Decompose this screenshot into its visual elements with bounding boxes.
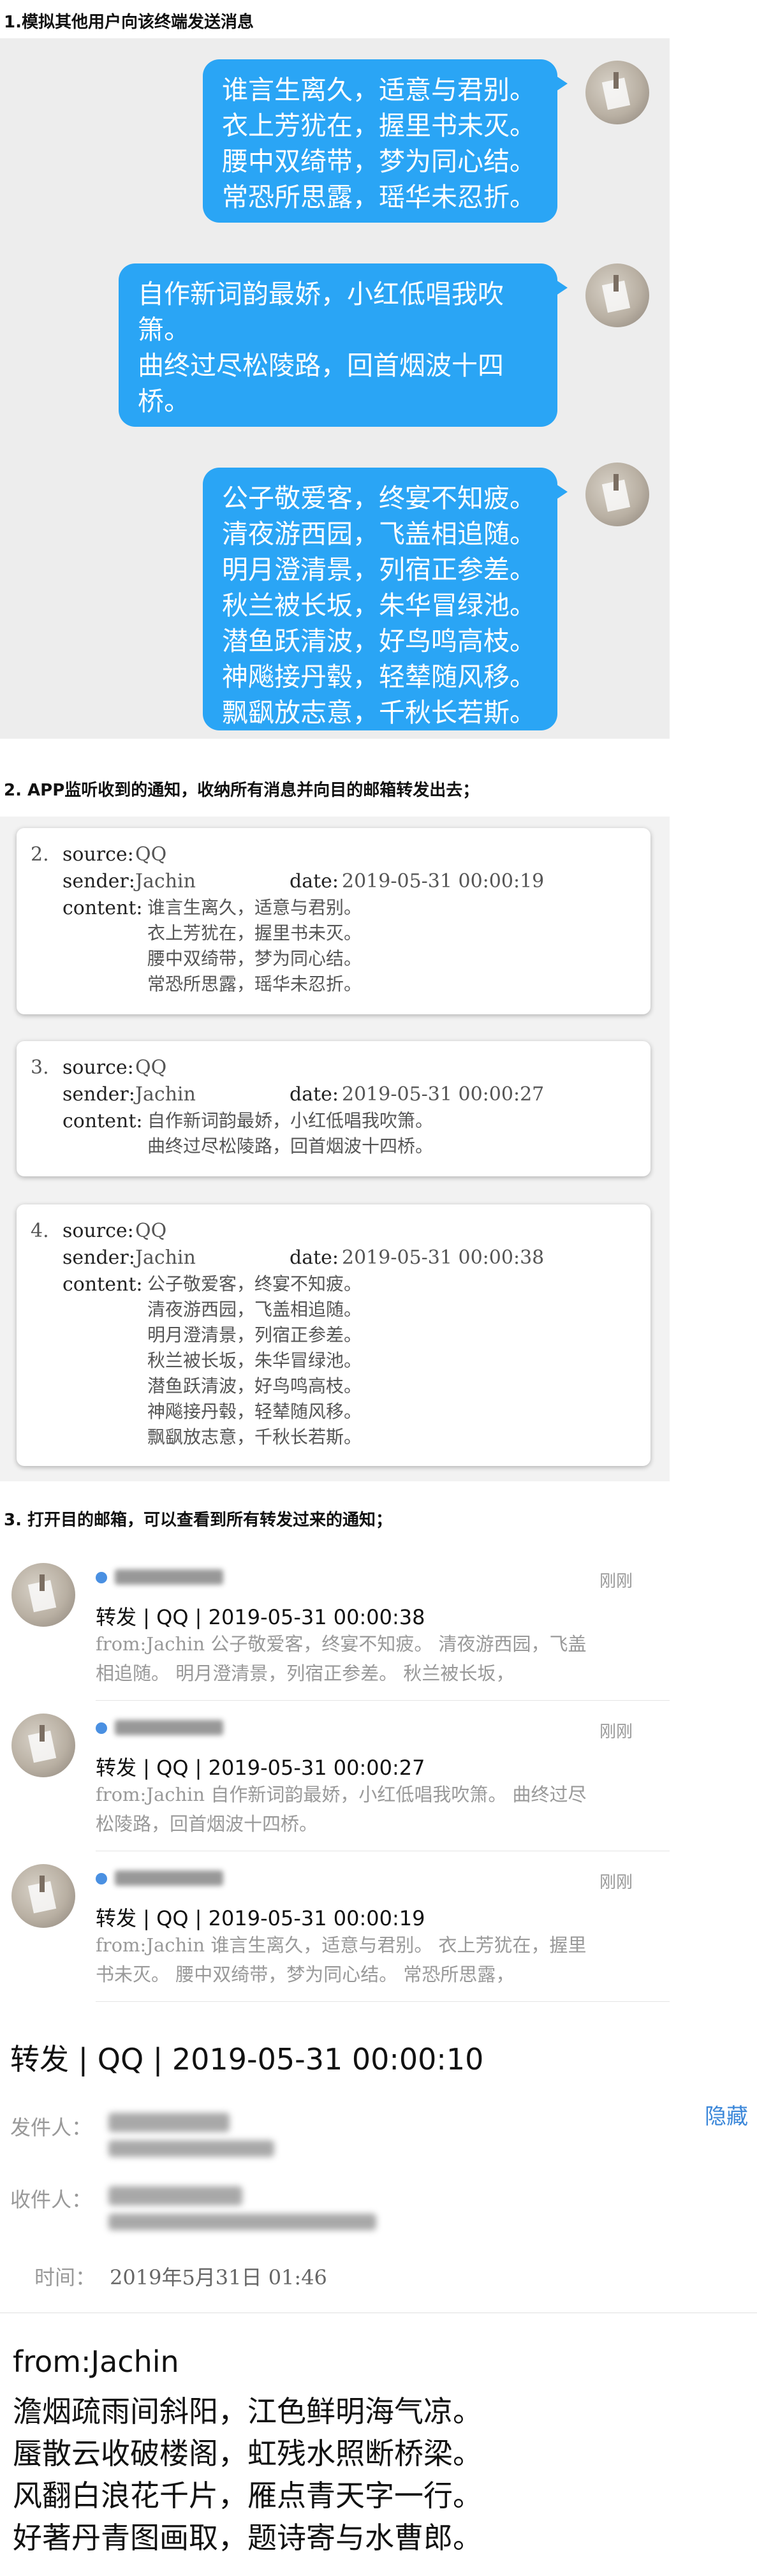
step-1-title: 1.模拟其他用户向该终端发送消息 [4,13,254,32]
mail-preview: from:Jachin 自作新词韵最娇，小红低唱我吹箫。 曲终过尽 松陵路，回首… [96,1784,587,1835]
mail-subject: 转发 | QQ | 2019-05-31 00:00:19 [96,1906,425,1930]
recipient-label: 收件人： [10,2187,92,2212]
date-label: date: [290,1083,339,1106]
card-index: 2. [31,843,49,866]
date-label: date: [290,870,339,892]
sender-label: 发件人： [10,2115,92,2140]
mail-preview: from:Jachin 公子敬爱客，终宴不知疲。 清夜游西园，飞盖 相追随。 明… [96,1633,587,1684]
content-label: content: [62,897,143,919]
time-label: 时间： [34,2265,96,2290]
mail-time: 刚刚 [599,1572,633,1591]
mail-list-item[interactable]: 刚刚 转发 | QQ | 2019-05-31 00:00:38 from:Ja… [0,1550,670,1701]
chat-bubble-2[interactable]: 自作新词韵最娇，小红低唱我吹箫。 曲终过尽松陵路，回首烟波十四桥。 [119,263,568,427]
sender-name-blurred [115,1720,223,1735]
unread-dot-icon [96,1722,107,1734]
sender-label: sender: [62,1247,135,1269]
avatar [11,1563,75,1627]
unread-dot-icon [96,1572,107,1583]
avatar[interactable] [585,61,649,124]
divider [96,2001,670,2002]
source-label: source: [62,1220,134,1242]
sender-email-blurred [108,2140,274,2157]
date-value: 2019-05-31 00:00:19 [342,870,545,892]
mail-subject: 转发 | QQ | 2019-05-31 00:00:38 [96,1605,425,1629]
source-label: source: [62,1056,134,1079]
recipient-email-blurred [108,2214,376,2230]
content-value: 自作新词韵最娇，小红低唱我吹箫。 曲终过尽松陵路，回首烟波十四桥。 [147,1110,434,1157]
sender-value: Jachin [135,1247,196,1269]
card-index: 3. [31,1056,49,1079]
source-value: QQ [135,1220,167,1242]
mail-body-from: from:Jachin [13,2344,179,2379]
chat-bubble-1[interactable]: 谁言生离久，适意与君别。 衣上芳犹在，握里书未灭。 腰中双绮带，梦为同心结。 常… [203,59,568,223]
sender-name-blurred [115,1569,223,1585]
notification-card[interactable]: 3. source: QQ sender: Jachin date: 2019-… [17,1041,650,1176]
mail-detail-subject: 转发 | QQ | 2019-05-31 00:00:10 [10,2042,484,2076]
avatar[interactable] [585,463,649,526]
date-value: 2019-05-31 00:00:38 [342,1247,545,1269]
step-2-title: 2. APP监听收到的通知，收纳所有消息并向目的邮箱转发出去； [4,781,480,800]
chat-bubble-3[interactable]: 公子敬爱客，终宴不知疲。 清夜游西园，飞盖相追随。 明月澄清景，列宿正参差。 秋… [203,468,568,730]
date-label: date: [290,1247,339,1269]
source-label: source: [62,843,134,866]
step-3-title: 3. 打开目的邮箱，可以查看到所有转发过来的通知； [4,1511,393,1530]
date-value: 2019-05-31 00:00:27 [342,1083,545,1106]
recipient-name-blurred [108,2186,242,2205]
card-index: 4. [31,1220,49,1242]
source-value: QQ [135,1056,167,1079]
content-value: 公子敬爱客，终宴不知疲。 清夜游西园，飞盖相追随。 明月澄清景，列宿正参差。 秋… [147,1273,362,1447]
content-value: 谁言生离久，适意与君别。 衣上芳犹在，握里书未灭。 腰中双绮带，梦为同心结。 常… [147,897,362,995]
unread-dot-icon [96,1873,107,1884]
sender-label: sender: [62,870,135,892]
content-label: content: [62,1110,143,1132]
content-label: content: [62,1273,143,1296]
hide-details-link[interactable]: 隐藏 [705,2099,748,2130]
mail-list-item[interactable]: 刚刚 转发 | QQ | 2019-05-31 00:00:19 from:Ja… [0,1851,670,2002]
sender-name-blurred [108,2113,230,2132]
notification-card[interactable]: 4. source: QQ sender: Jachin date: 2019-… [17,1204,650,1466]
sender-value: Jachin [135,870,196,892]
avatar [11,1714,75,1777]
mail-time: 刚刚 [599,1722,633,1742]
avatar [11,1864,75,1928]
mail-time: 刚刚 [599,1873,633,1892]
time-value: 2019年5月31日 01:46 [110,2265,327,2290]
avatar[interactable] [585,263,649,327]
sender-label: sender: [62,1083,135,1106]
source-value: QQ [135,843,167,866]
mail-preview: from:Jachin 谁言生离久，适意与君别。 衣上芳犹在，握里 书未灭。 腰… [96,1934,587,1985]
sender-name-blurred [115,1870,223,1886]
mail-subject: 转发 | QQ | 2019-05-31 00:00:27 [96,1756,425,1780]
notification-card[interactable]: 2. source: QQ sender: Jachin date: 2019-… [17,828,650,1014]
mail-body: 澹烟疏雨间斜阳，江色鲜明海气凉。 蜃散云收破楼阁，虹残水照断桥梁。 风翻白浪花千… [13,2394,482,2555]
mail-list-item[interactable]: 刚刚 转发 | QQ | 2019-05-31 00:00:27 from:Ja… [0,1701,670,1851]
sender-value: Jachin [135,1083,196,1106]
